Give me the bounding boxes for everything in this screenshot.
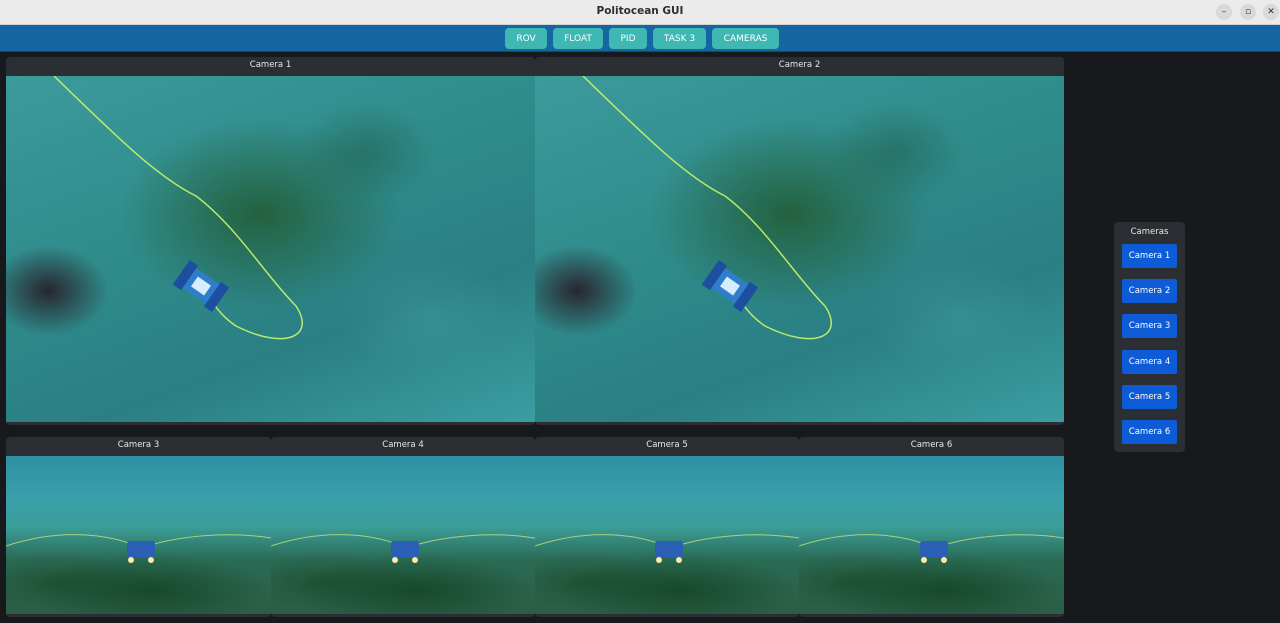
minimize-icon[interactable]: – <box>1216 4 1232 20</box>
nav-pid-button[interactable]: PID <box>609 28 647 49</box>
nav-cameras-button[interactable]: CAMERAS <box>712 28 779 49</box>
select-camera-2-button[interactable]: Camera 2 <box>1122 279 1177 303</box>
camera-6-label: Camera 6 <box>910 440 953 450</box>
select-camera-4-button[interactable]: Camera 4 <box>1122 350 1177 374</box>
nav-float-button[interactable]: FLOAT <box>553 28 603 49</box>
camera-3-panel: Camera 3 <box>6 437 271 617</box>
cameras-selector-panel: Cameras Camera 1 Camera 2 Camera 3 Camer… <box>1114 222 1185 452</box>
rov-side-view-icon <box>271 534 535 563</box>
cameras-selector-title: Cameras <box>1130 227 1169 237</box>
maximize-icon[interactable]: ▫ <box>1240 4 1256 20</box>
window-titlebar: Politocean GUI – ▫ ✕ <box>0 0 1280 25</box>
camera-1-feed <box>6 76 535 422</box>
camera-4-label: Camera 4 <box>382 440 424 450</box>
camera-6-feed <box>799 456 1064 614</box>
camera-1-panel: Camera 1 <box>6 57 535 425</box>
camera-2-panel: Camera 2 <box>535 57 1064 425</box>
camera-2-label: Camera 2 <box>778 60 821 70</box>
camera-5-feed <box>535 456 799 614</box>
select-camera-6-button[interactable]: Camera 6 <box>1122 420 1177 444</box>
rov-side-view-icon <box>799 534 1064 563</box>
camera-6-panel: Camera 6 <box>799 437 1064 617</box>
camera-5-label: Camera 5 <box>646 440 688 450</box>
nav-task3-button[interactable]: TASK 3 <box>653 28 706 49</box>
camera-3-feed <box>6 456 271 614</box>
rov-top-view-icon <box>53 76 303 340</box>
window-title: Politocean GUI <box>596 5 684 17</box>
camera-3-label: Camera 3 <box>117 440 160 450</box>
camera-5-panel: Camera 5 <box>535 437 799 617</box>
nav-rov-button[interactable]: ROV <box>505 28 547 49</box>
rov-side-view-icon <box>535 534 799 563</box>
camera-4-feed <box>271 456 535 614</box>
main-nav-bar: ROV FLOAT PID TASK 3 CAMERAS <box>0 25 1280 52</box>
close-icon[interactable]: ✕ <box>1263 4 1279 20</box>
select-camera-5-button[interactable]: Camera 5 <box>1122 385 1177 409</box>
select-camera-3-button[interactable]: Camera 3 <box>1122 314 1177 338</box>
select-camera-1-button[interactable]: Camera 1 <box>1122 244 1177 268</box>
camera-2-feed <box>535 76 1064 422</box>
rov-top-view-icon <box>582 76 832 340</box>
rov-side-view-icon <box>6 534 271 563</box>
camera-4-panel: Camera 4 <box>271 437 535 617</box>
camera-1-label: Camera 1 <box>249 60 292 70</box>
